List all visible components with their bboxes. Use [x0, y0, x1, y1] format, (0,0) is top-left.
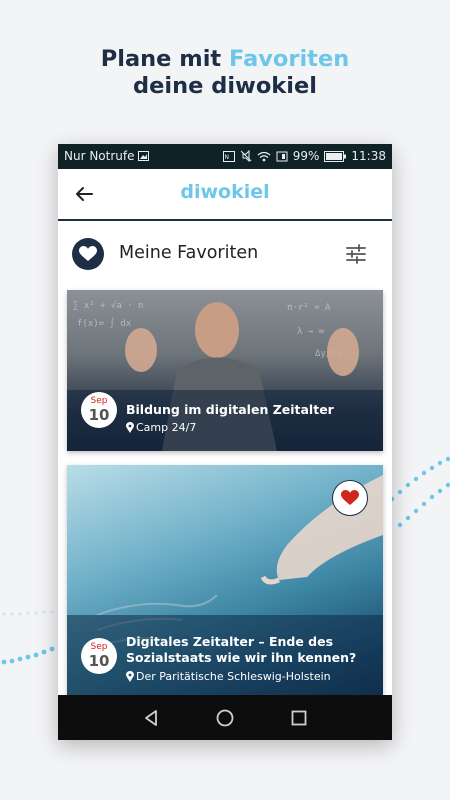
decorative-dots-right [389, 456, 450, 528]
app-bar: diwokiel [58, 169, 392, 221]
event-card[interactable]: ∑ x² + √a · n f(x)= ∫ dx π·r² = A λ → ∞ … [67, 290, 383, 451]
status-icons: N 99% 11:38 [222, 149, 386, 163]
promo-headline: Plane mit Favoriten deine diwokiel [0, 46, 450, 100]
svg-text:λ → ∞: λ → ∞ [297, 327, 325, 337]
event-date-badge: Sep 10 [81, 392, 117, 428]
favorites-title: Meine Favoriten [119, 243, 259, 263]
square-recents-icon [291, 710, 307, 726]
circle-home-icon [216, 709, 234, 727]
mute-icon [240, 150, 252, 162]
promo-line-2: deine diwokiel [133, 73, 317, 99]
nfc-icon: N [222, 150, 235, 162]
nav-back-button[interactable] [140, 706, 164, 730]
wifi-icon [257, 151, 271, 161]
battery-icon [324, 150, 347, 162]
event-day: 10 [88, 652, 110, 670]
promo-line-1-text: Plane mit [100, 46, 230, 72]
app-title: diwokiel [180, 181, 270, 203]
event-title: Bildung im digitalen Zeitalter [126, 402, 334, 417]
triangle-back-icon [145, 710, 157, 726]
system-nav-bar [58, 695, 392, 740]
nav-home-button[interactable] [213, 706, 237, 730]
sliders-icon [346, 244, 366, 264]
favorites-badge [72, 238, 104, 270]
status-bar: Nur Notrufe N 99% 11:38 [58, 144, 392, 169]
promo-line-1-accent: Favoriten [229, 46, 350, 72]
event-date-badge: Sep 10 [81, 638, 117, 674]
event-month: Sep [90, 396, 108, 406]
location-pin-icon [126, 671, 134, 682]
event-location-text: Camp 24/7 [136, 421, 197, 434]
event-month: Sep [90, 642, 108, 652]
event-location: Der Paritätische Schleswig-Holstein [126, 670, 331, 683]
event-day: 10 [88, 406, 110, 424]
battery-percent: 99% [292, 149, 320, 163]
event-card[interactable]: Sep 10 Digitales Zeitalter – Ende des So… [67, 465, 383, 700]
svg-text:π·r² = A: π·r² = A [287, 303, 331, 313]
svg-text:N: N [224, 154, 229, 161]
sim-icon [276, 151, 288, 161]
clock: 11:38 [351, 149, 386, 163]
heart-icon [341, 490, 359, 505]
event-location: Camp 24/7 [126, 421, 196, 434]
location-pin-icon [126, 422, 134, 433]
image-icon [138, 151, 150, 161]
carrier-text: Nur Notrufe [64, 149, 135, 163]
favorites-header: Meine Favoriten [58, 222, 392, 290]
filter-button[interactable] [344, 242, 368, 266]
decorative-dots-left [1, 610, 55, 665]
event-location-text: Der Paritätische Schleswig-Holstein [136, 670, 331, 683]
svg-text:∑ x² + √a · n: ∑ x² + √a · n [73, 300, 143, 311]
heart-icon [79, 246, 97, 261]
carrier-label: Nur Notrufe [64, 149, 150, 163]
nav-recents-button[interactable] [287, 706, 311, 730]
phone-screen: Nur Notrufe N 99% 11:38 diwokiel Meine F… [58, 144, 392, 740]
event-title-line-2: Sozialstaats wie wir ihn kennen? [126, 650, 357, 665]
svg-text:f(x)= ∫ dx: f(x)= ∫ dx [77, 318, 132, 329]
event-title-line-1: Digitales Zeitalter – Ende des [126, 634, 334, 649]
event-title: Digitales Zeitalter – Ende des Sozialsta… [126, 634, 356, 666]
promo-line-1: Plane mit Favoriten [0, 46, 450, 73]
favorite-toggle[interactable] [332, 480, 368, 516]
card-photo-man-formulas: ∑ x² + √a · n f(x)= ∫ dx π·r² = A λ → ∞ … [67, 300, 383, 451]
